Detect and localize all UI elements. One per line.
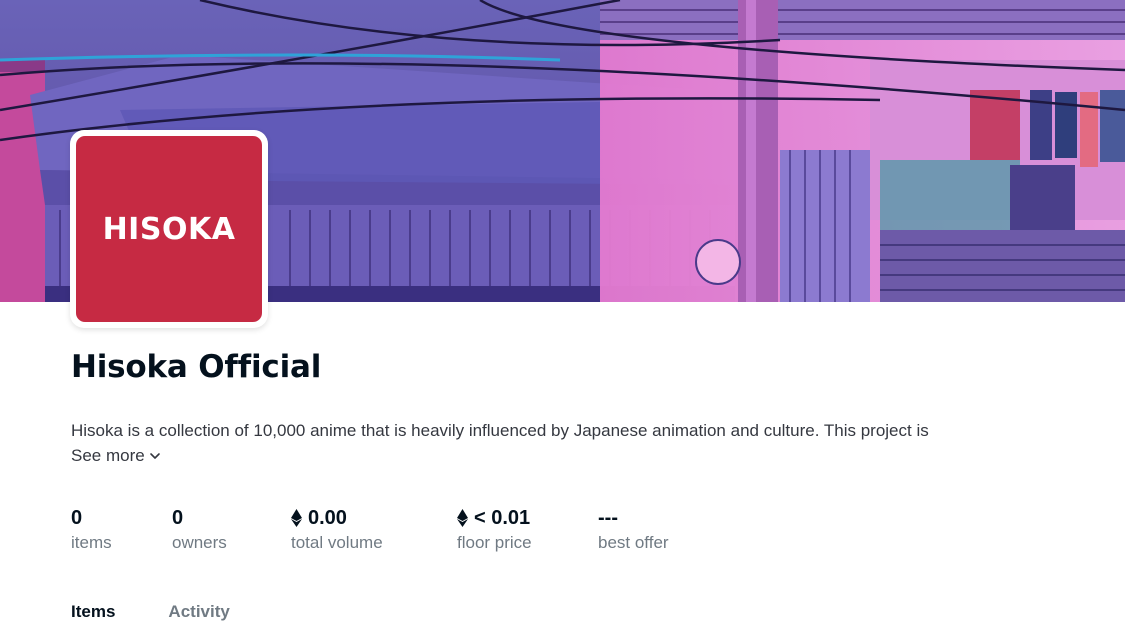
stat-owners-value: 0 — [172, 506, 184, 529]
stat-best-offer-value: --- — [598, 506, 618, 529]
stat-best-offer[interactable]: --- best offer — [598, 505, 669, 553]
collection-description: Hisoka is a collection of 10,000 anime t… — [71, 421, 929, 440]
stat-total-volume[interactable]: 0.00 total volume — [291, 505, 383, 553]
stat-owners-label: owners — [172, 533, 227, 552]
collection-stats: 0 items 0 owners 0.00 total volume < 0.0… — [0, 505, 1125, 565]
stat-owners[interactable]: 0 owners — [172, 505, 227, 553]
stat-items[interactable]: 0 items — [71, 505, 112, 553]
tab-activity[interactable]: Activity — [168, 602, 229, 622]
collection-avatar: HISOKA — [70, 130, 268, 328]
stat-floor-price-label: floor price — [457, 533, 532, 552]
collection-title: Hisoka Official — [71, 349, 322, 385]
stat-floor-price-value: < 0.01 — [474, 506, 531, 529]
stat-best-offer-label: best offer — [598, 533, 669, 552]
stat-items-label: items — [71, 533, 112, 552]
ethereum-icon — [457, 509, 468, 527]
stat-total-volume-label: total volume — [291, 533, 383, 552]
collection-logo: HISOKA — [76, 136, 262, 322]
chevron-down-icon — [149, 453, 160, 459]
see-more-label: See more — [71, 446, 145, 465]
tab-items[interactable]: Items — [71, 602, 115, 622]
stat-items-value: 0 — [71, 506, 83, 529]
stat-floor-price[interactable]: < 0.01 floor price — [457, 505, 532, 553]
stat-total-volume-value: 0.00 — [308, 506, 347, 529]
ethereum-icon — [291, 509, 302, 527]
collection-tabs: Items Activity — [71, 602, 230, 622]
see-more-button[interactable]: See more — [71, 446, 161, 466]
